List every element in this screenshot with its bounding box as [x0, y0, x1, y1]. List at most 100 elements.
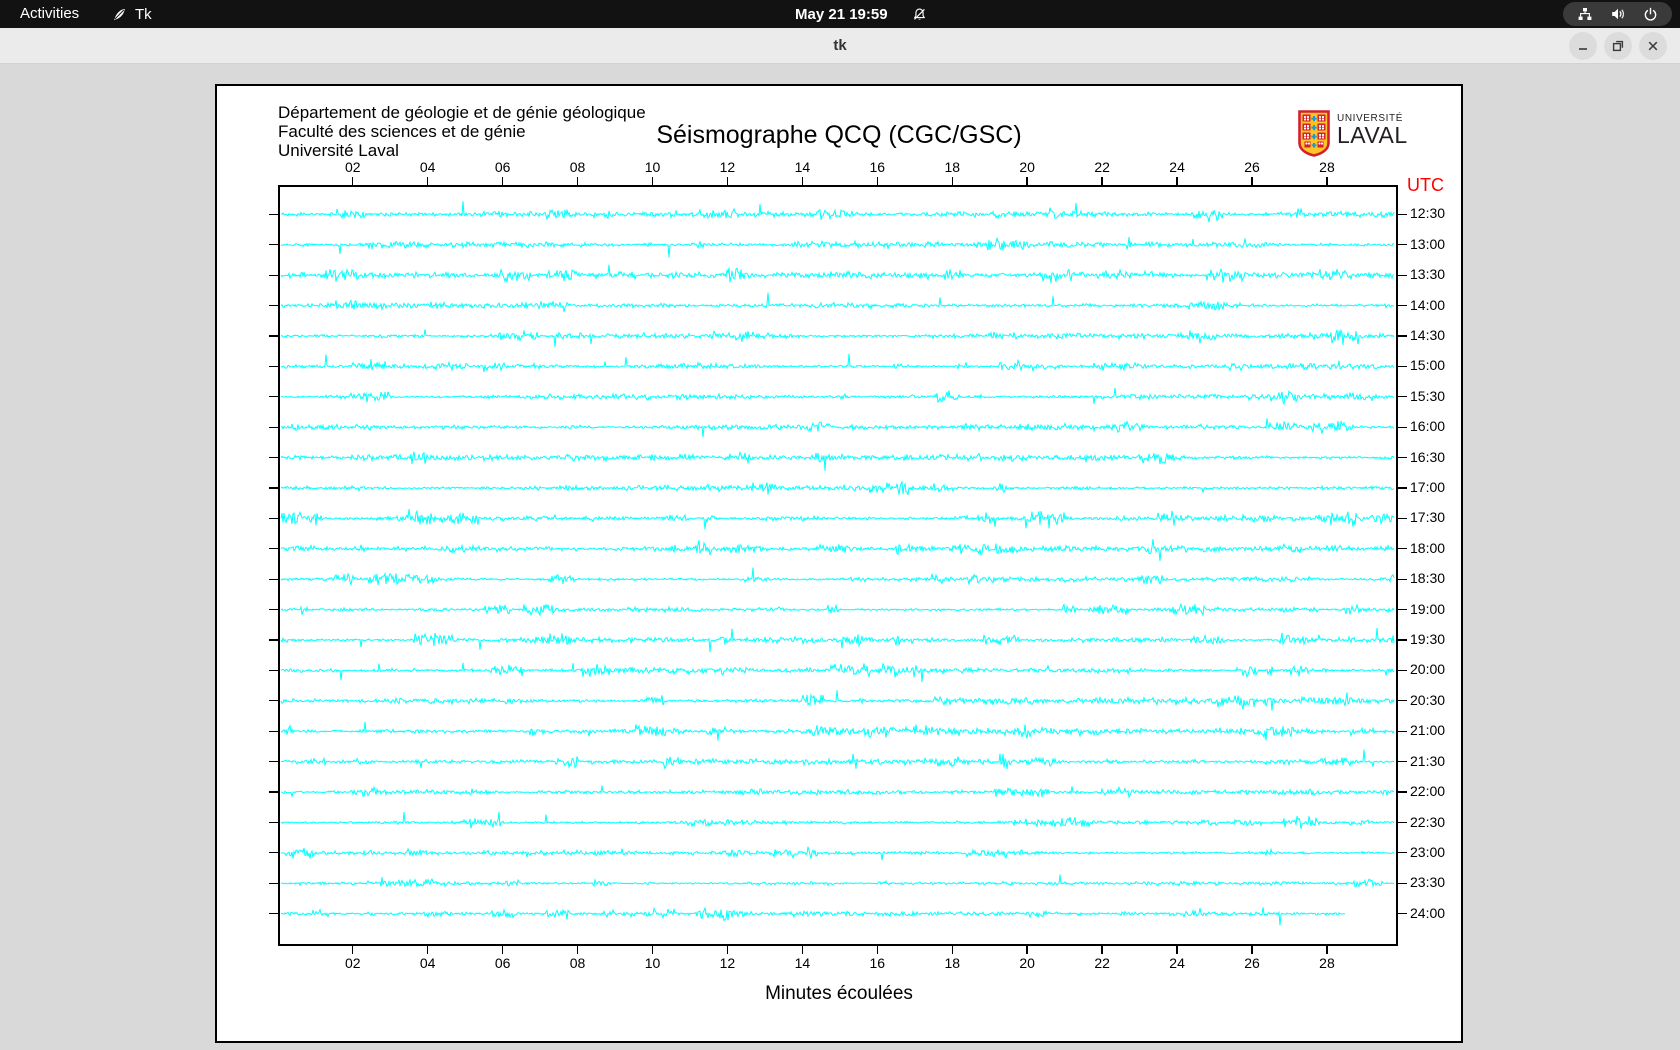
- row-time-label: 13:00: [1410, 235, 1446, 252]
- x-tick-label-top: 08: [569, 159, 586, 175]
- row-time-label: 14:30: [1410, 326, 1446, 343]
- row-time-label: 19:00: [1410, 600, 1446, 617]
- seismogram-trace-row-16:00: [280, 418, 1395, 438]
- row-tick-left: [269, 304, 278, 307]
- minimize-button[interactable]: [1569, 32, 1597, 60]
- x-tick-label-top: 10: [644, 159, 661, 175]
- x-tick-top: [801, 177, 804, 185]
- row-tick-left: [269, 487, 278, 489]
- seismogram-trace-row-21:30: [280, 749, 1395, 771]
- x-tick-top: [351, 177, 354, 185]
- focused-app-indicator[interactable]: Tk: [112, 0, 152, 28]
- row-time-label: 16:00: [1410, 418, 1446, 435]
- window-controls: [1569, 32, 1667, 60]
- row-time-label: 21:00: [1410, 722, 1446, 739]
- x-tick-label-bottom: 28: [1319, 955, 1335, 971]
- row-tick-left: [269, 426, 278, 428]
- row-tick-right: [1398, 882, 1407, 884]
- row-time-label: 21:30: [1410, 752, 1446, 769]
- x-tick-top: [501, 177, 504, 185]
- app-name-label: Tk: [135, 5, 152, 23]
- row-tick-left: [269, 669, 278, 672]
- window-title: tk: [833, 37, 847, 54]
- laval-shield-icon: [1298, 110, 1330, 162]
- x-tick-label-bottom: 02: [344, 955, 361, 971]
- seismograph-canvas: Département de géologie et de génie géol…: [215, 84, 1463, 1043]
- x-tick-bottom: [726, 946, 729, 954]
- row-time-label: 15:00: [1410, 357, 1446, 374]
- x-tick-top: [1176, 177, 1178, 185]
- row-tick-left: [269, 913, 278, 915]
- x-tick-top: [651, 177, 654, 185]
- row-tick-right: [1398, 821, 1407, 824]
- row-tick-right: [1398, 639, 1407, 641]
- row-tick-left: [269, 274, 278, 276]
- x-tick-bottom: [1101, 946, 1103, 954]
- bell-muted-icon: [912, 7, 927, 22]
- system-status-area[interactable]: [1563, 2, 1672, 26]
- row-tick-right: [1398, 396, 1407, 398]
- x-tick-top: [876, 177, 879, 185]
- row-tick-right: [1398, 426, 1407, 428]
- seismogram-trace-row-13:30: [280, 264, 1395, 283]
- x-tick-bottom: [501, 946, 504, 954]
- seismogram-trace-row-17:30: [280, 509, 1395, 530]
- row-time-label: 22:30: [1410, 813, 1446, 830]
- x-tick-label-top: 16: [869, 159, 886, 175]
- row-tick-right: [1398, 700, 1407, 702]
- x-tick-bottom: [1326, 946, 1328, 954]
- row-time-label: 18:30: [1410, 570, 1446, 587]
- x-tick-bottom: [576, 946, 579, 954]
- row-tick-left: [269, 821, 278, 824]
- x-tick-top: [426, 177, 429, 185]
- x-tick-top: [1251, 177, 1253, 185]
- x-tick-bottom: [801, 946, 804, 954]
- seismogram-trace-row-15:30: [280, 387, 1395, 406]
- x-tick-label-bottom: 08: [569, 955, 586, 971]
- row-time-label: 23:30: [1410, 874, 1446, 891]
- seismogram-trace-row-21:00: [280, 721, 1395, 741]
- clock-menu[interactable]: May 21 19:59: [795, 0, 927, 28]
- seismogram-trace-row-13:00: [280, 236, 1395, 258]
- x-tick-top: [1026, 177, 1028, 185]
- row-tick-left: [269, 852, 278, 854]
- x-tick-label-bottom: 16: [869, 955, 886, 971]
- row-tick-right: [1398, 791, 1407, 793]
- row-tick-right: [1398, 578, 1407, 580]
- header-line-1: Département de géologie et de génie géol…: [278, 103, 646, 122]
- row-tick-left: [269, 639, 278, 641]
- x-tick-label-top: 18: [944, 159, 961, 175]
- x-tick-label-bottom: 06: [494, 955, 511, 971]
- x-tick-label-bottom: 12: [719, 955, 736, 971]
- row-tick-left: [269, 213, 278, 215]
- window-titlebar[interactable]: tk: [0, 28, 1680, 64]
- seismogram-trace-row-15:00: [280, 353, 1395, 373]
- close-button[interactable]: [1639, 32, 1667, 60]
- laval-logo-text: UNIVERSITÉ LAVAL: [1337, 110, 1408, 162]
- row-time-label: 24:00: [1410, 904, 1446, 921]
- row-time-label: 20:30: [1410, 691, 1446, 708]
- x-tick-label-top: 14: [794, 159, 811, 175]
- row-time-label: 17:00: [1410, 478, 1446, 495]
- laval-logo-laval: LAVAL: [1337, 122, 1408, 148]
- row-tick-right: [1398, 456, 1407, 459]
- seismogram-trace-row-14:30: [280, 328, 1395, 347]
- x-tick-top: [576, 177, 579, 185]
- x-tick-top: [1101, 177, 1103, 185]
- row-tick-right: [1398, 335, 1407, 337]
- seismogram-trace-row-17:00: [280, 480, 1395, 495]
- x-tick-bottom: [1251, 946, 1253, 954]
- row-time-label: 12:30: [1410, 205, 1446, 222]
- chart-title: Séismographe QCQ (CGC/GSC): [656, 121, 1022, 149]
- x-tick-label-bottom: 18: [944, 955, 961, 971]
- row-tick-left: [269, 730, 278, 732]
- row-tick-left: [269, 578, 278, 580]
- row-tick-left: [269, 609, 278, 611]
- x-tick-bottom: [351, 946, 354, 954]
- activities-button[interactable]: Activities: [20, 0, 79, 28]
- x-tick-top: [726, 177, 729, 185]
- seismogram-trace-row-23:30: [280, 874, 1394, 889]
- restore-icon: [1612, 40, 1624, 52]
- row-tick-right: [1398, 852, 1407, 854]
- restore-button[interactable]: [1604, 32, 1632, 60]
